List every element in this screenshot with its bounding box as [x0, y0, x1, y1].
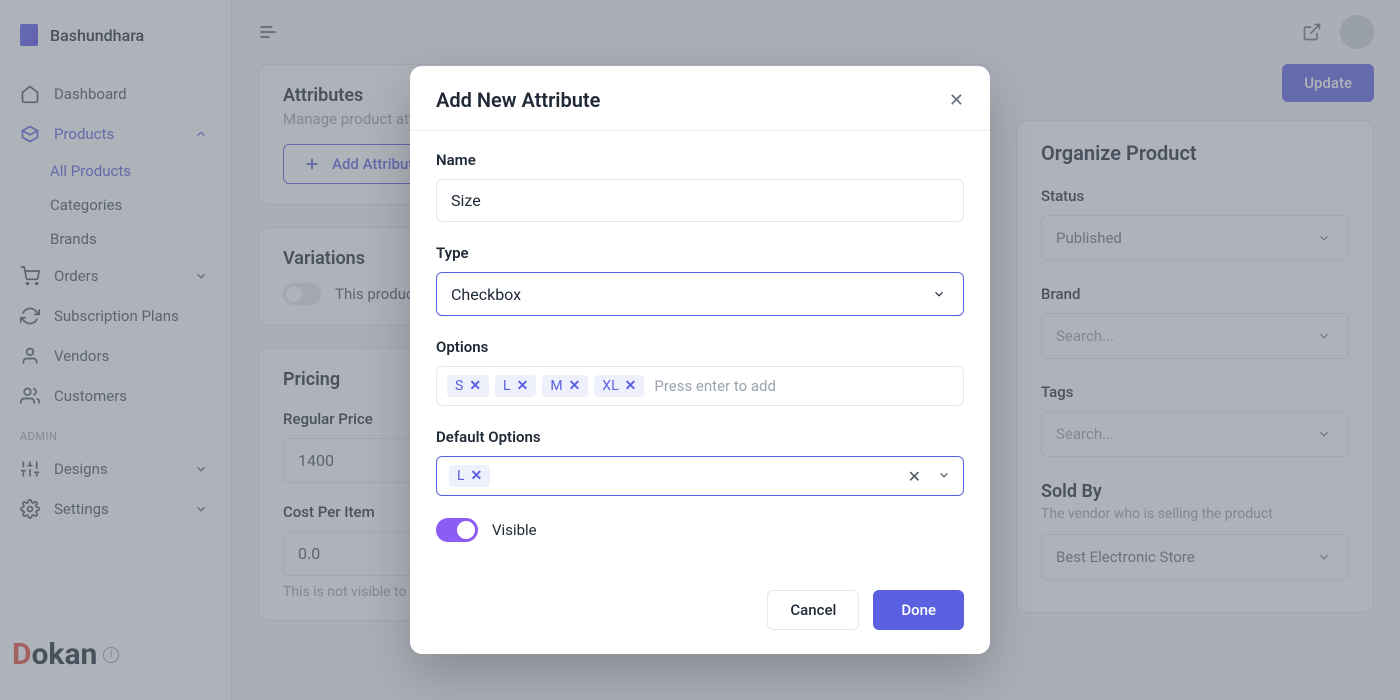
default-options-select[interactable]: L ✕ ✕	[436, 456, 964, 496]
visible-toggle[interactable]	[436, 518, 478, 542]
default-options-label: Default Options	[436, 428, 964, 446]
option-chip: M ✕	[542, 375, 588, 397]
clear-icon[interactable]: ✕	[908, 467, 921, 486]
type-label: Type	[436, 244, 964, 262]
type-select[interactable]: Checkbox	[436, 272, 964, 316]
done-button[interactable]: Done	[873, 590, 964, 630]
visible-label: Visible	[492, 521, 537, 539]
chip-remove-icon[interactable]: ✕	[471, 468, 483, 484]
default-option-chip: L ✕	[449, 465, 490, 487]
option-chip: XL ✕	[594, 375, 644, 397]
close-icon[interactable]: ✕	[949, 90, 964, 111]
name-label: Name	[436, 151, 964, 169]
chip-remove-icon[interactable]: ✕	[569, 378, 581, 394]
options-placeholder: Press enter to add	[650, 377, 776, 395]
options-label: Options	[436, 338, 964, 356]
cancel-button[interactable]: Cancel	[767, 590, 859, 630]
chevron-down-icon[interactable]	[937, 467, 951, 486]
name-input[interactable]	[436, 179, 964, 222]
add-attribute-modal: Add New Attribute ✕ Name Type Checkbox O…	[410, 66, 990, 654]
option-chip: L ✕	[495, 375, 536, 397]
modal-title: Add New Attribute	[436, 88, 600, 112]
chip-remove-icon[interactable]: ✕	[625, 378, 637, 394]
options-input[interactable]: S ✕ L ✕ M ✕ XL ✕ Press enter to add	[436, 366, 964, 406]
chip-remove-icon[interactable]: ✕	[517, 378, 529, 394]
chevron-down-icon	[929, 284, 949, 304]
option-chip: S ✕	[447, 375, 489, 397]
chip-remove-icon[interactable]: ✕	[469, 378, 481, 394]
